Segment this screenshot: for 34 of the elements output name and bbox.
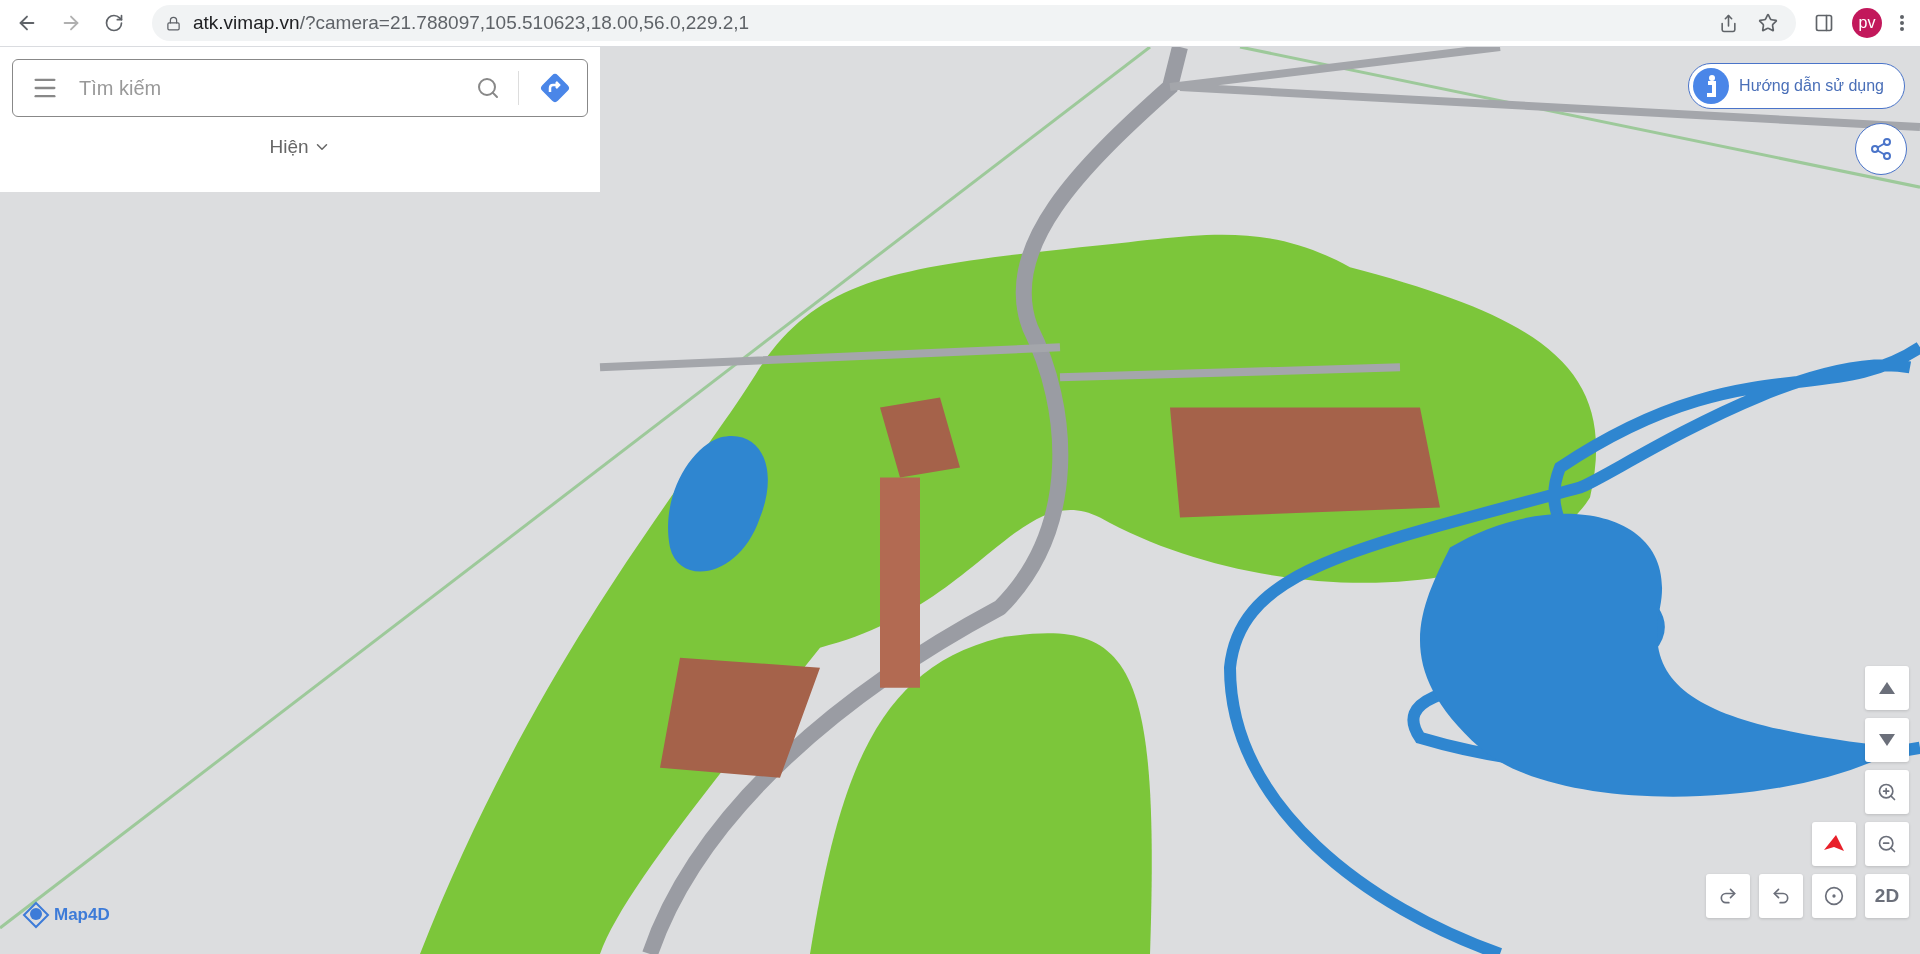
locate-button[interactable] xyxy=(1812,874,1856,918)
zoom-in-icon xyxy=(1877,782,1897,802)
compass-arrow-icon xyxy=(1824,835,1844,853)
search-field[interactable]: Tìm kiếm xyxy=(12,59,588,117)
map-pin-logo-icon xyxy=(22,901,50,929)
zoom-out-button[interactable] xyxy=(1865,822,1909,866)
rotate-left-button[interactable] xyxy=(1759,874,1803,918)
star-icon xyxy=(1758,13,1778,33)
tilt-up-button[interactable] xyxy=(1865,666,1909,710)
search-button[interactable] xyxy=(476,76,500,100)
guide-button[interactable]: Hướng dẫn sử dụng xyxy=(1688,63,1905,109)
show-toggle[interactable]: Hiện xyxy=(263,135,337,159)
logo-text: Map4D xyxy=(54,905,110,925)
more-dots-icon xyxy=(1900,15,1904,31)
tilt-down-button[interactable] xyxy=(1865,718,1909,762)
url-text: atk.vimap.vn/?camera=21.788097,105.510623,18.00,56.0,229.2,1 xyxy=(193,12,750,34)
zoom-in-button[interactable] xyxy=(1865,770,1909,814)
reload-icon xyxy=(104,13,124,33)
profile-avatar[interactable]: pv xyxy=(1852,8,1882,38)
side-panel-icon xyxy=(1814,13,1834,33)
search-icon xyxy=(476,76,500,100)
view-mode-button[interactable]: 2D xyxy=(1865,874,1909,918)
info-icon xyxy=(1693,68,1730,104)
zoom-out-icon xyxy=(1877,834,1897,854)
curved-arrow-right-icon xyxy=(1718,886,1738,906)
share-icon xyxy=(1869,137,1893,161)
lock-icon xyxy=(166,15,181,31)
address-bar[interactable]: atk.vimap.vn/?camera=21.788097,105.510623,18.00,56.0,229.2,1 xyxy=(152,5,1796,41)
triangle-down-icon xyxy=(1879,734,1895,746)
rotate-right-button[interactable] xyxy=(1706,874,1750,918)
target-icon xyxy=(1824,886,1844,906)
compass-button[interactable] xyxy=(1812,822,1856,866)
curved-arrow-left-icon xyxy=(1771,886,1791,906)
triangle-up-icon xyxy=(1879,682,1895,694)
